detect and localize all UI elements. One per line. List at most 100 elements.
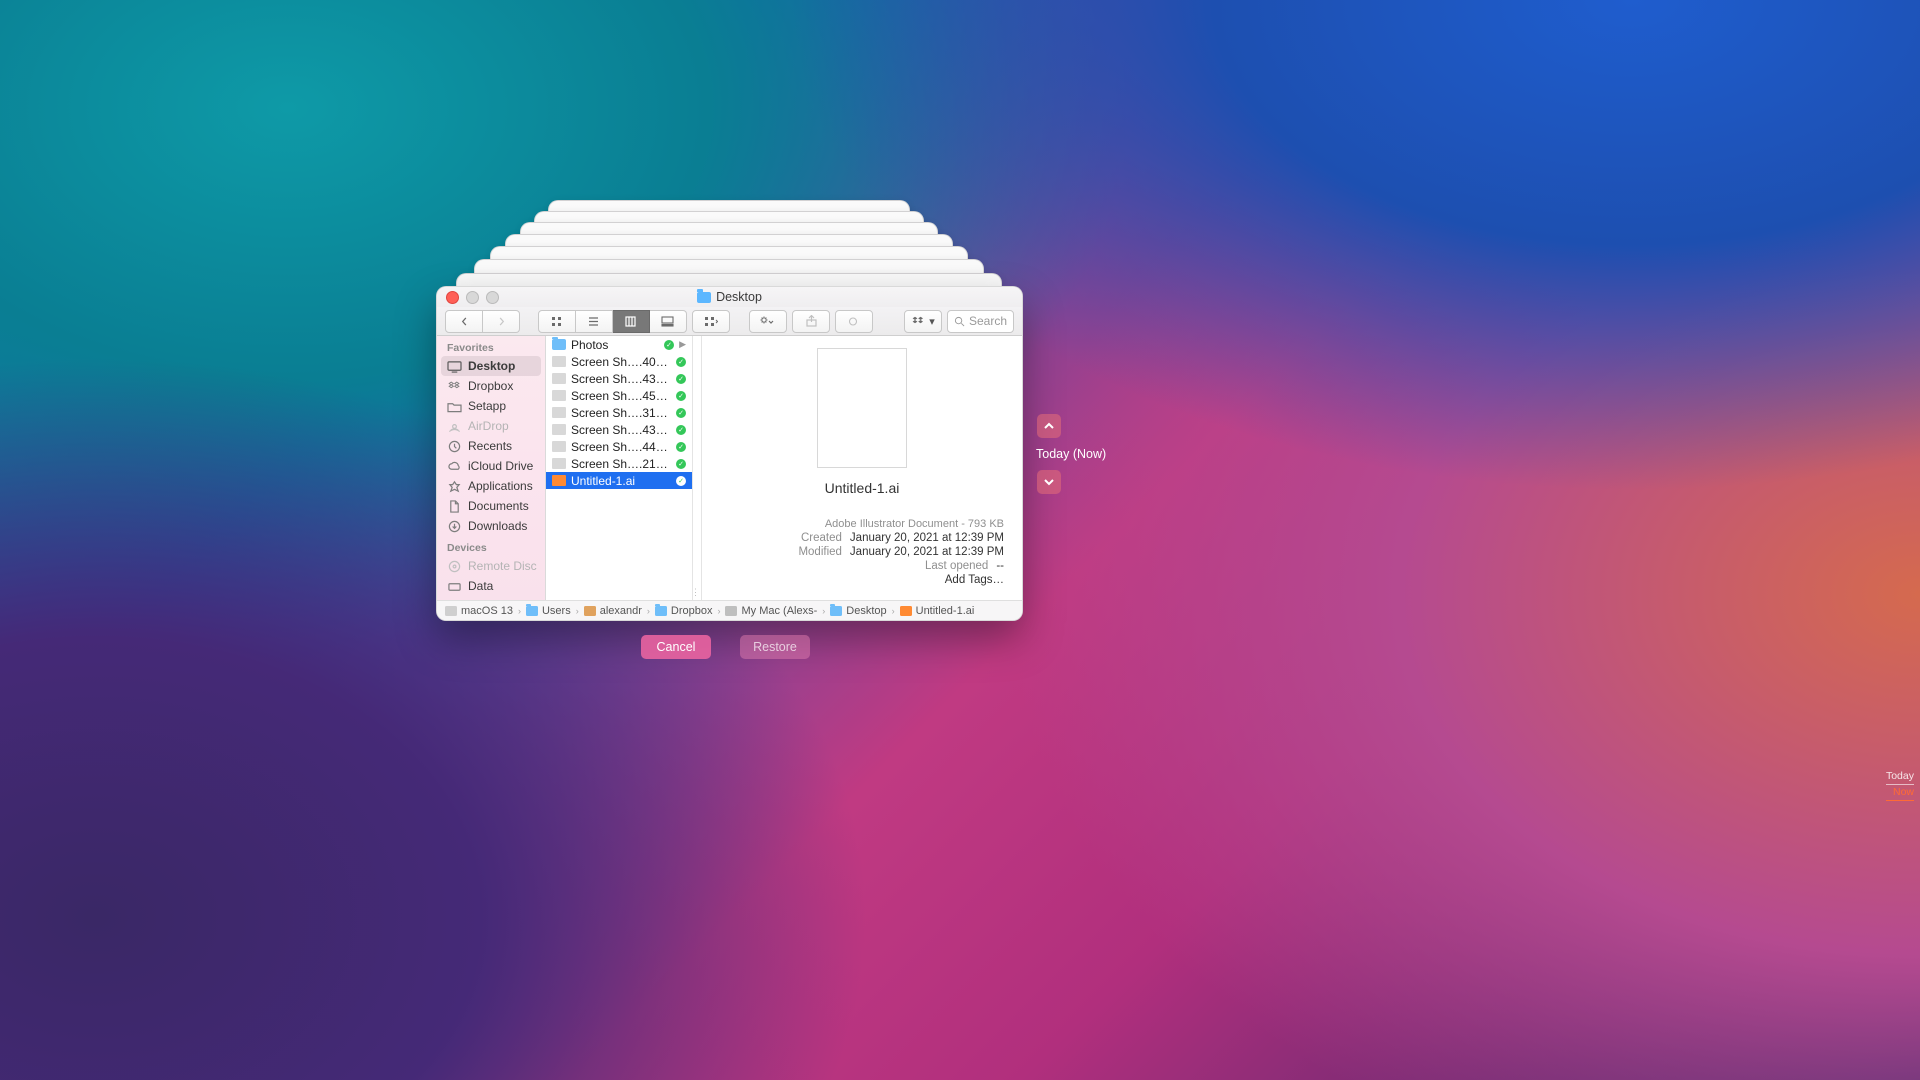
nav-buttons (445, 310, 520, 333)
cancel-button[interactable]: Cancel (641, 635, 711, 659)
file-row[interactable]: Screen Sh….43.54 PM ✓ (546, 370, 692, 387)
folder-icon (552, 339, 566, 350)
img-icon (552, 407, 566, 418)
file-row[interactable]: Photos ✓ ▶ (546, 336, 692, 353)
column-resize-handle[interactable] (693, 336, 702, 600)
sidebar-item-downloads[interactable]: Downloads (437, 516, 545, 536)
back-button[interactable] (445, 310, 483, 333)
sync-badge-icon: ✓ (676, 408, 686, 418)
chevron-up-icon (1043, 420, 1055, 432)
action-menu-button[interactable] (749, 310, 787, 333)
view-list-button[interactable] (576, 310, 613, 333)
search-field[interactable]: Search (947, 310, 1014, 333)
forward-button[interactable] (483, 310, 520, 333)
sync-badge-icon: ✓ (676, 476, 686, 486)
document-icon (447, 500, 462, 513)
file-column: Photos✓▶Screen Sh….40.05 PM✓Screen Sh….4… (546, 336, 693, 600)
sidebar-label: Downloads (468, 519, 527, 533)
chevron-right-icon: › (647, 606, 650, 616)
sync-badge-icon: ✓ (664, 340, 674, 350)
airdrop-icon (447, 420, 462, 433)
file-row[interactable]: Screen Sh….40.05 PM✓ (546, 353, 692, 370)
chevron-right-icon: ▶ (679, 339, 686, 350)
sync-badge-icon: ✓ (676, 391, 686, 401)
path-label: My Mac (Alexs- (741, 605, 817, 617)
share-button[interactable] (792, 310, 830, 333)
path-label: Desktop (846, 605, 886, 617)
disc-icon (447, 560, 462, 573)
preview-kind: Adobe Illustrator Document - 793 KB (825, 518, 1004, 530)
chevron-right-icon: › (518, 606, 521, 616)
group-by-button-seg (692, 310, 730, 333)
path-segment[interactable]: Desktop (830, 605, 886, 617)
sidebar-item-remotedisc[interactable]: Remote Disc (437, 556, 545, 576)
fold-icon (830, 606, 842, 616)
view-columns-button[interactable] (613, 310, 650, 333)
view-gallery-button[interactable] (650, 310, 687, 333)
view-mode-buttons (538, 310, 687, 333)
sidebar-item-icloud[interactable]: iCloud Drive (437, 456, 545, 476)
window-titlebar[interactable]: Desktop (437, 287, 1022, 307)
timeline-up-button[interactable] (1037, 414, 1061, 438)
path-segment[interactable]: macOS 13 (445, 605, 513, 617)
lastopened-value: -- (996, 560, 1004, 572)
sidebar-item-recents[interactable]: Recents (437, 436, 545, 456)
view-icons-button[interactable] (538, 310, 576, 333)
sidebar-label: Recents (468, 439, 512, 453)
file-name: Photos (571, 338, 659, 352)
file-row[interactable]: Untitled-1.ai ✓ (546, 472, 692, 489)
lastopened-label: Last opened (916, 560, 988, 572)
path-segment[interactable]: Untitled-1.ai (900, 605, 975, 617)
sidebar-item-desktop[interactable]: Desktop (441, 356, 541, 376)
file-row[interactable]: Screen Sh….31.08 PM✓ (546, 404, 692, 421)
img-icon (552, 356, 566, 367)
file-row[interactable]: Screen Sh….43.42 PM✓ (546, 421, 692, 438)
sync-badge-icon: ✓ (676, 442, 686, 452)
dropbox-button[interactable]: ▾ (904, 310, 942, 333)
file-name: Screen Sh….43.54 PM (571, 372, 671, 386)
sidebar-item-dropbox[interactable]: Dropbox (437, 376, 545, 396)
file-name: Screen Sh….40.05 PM (571, 355, 671, 369)
path-segment[interactable]: My Mac (Alexs- (725, 605, 817, 617)
path-segment[interactable]: Users (526, 605, 571, 617)
file-name: Screen Sh….21.46 PM (571, 457, 671, 471)
chevron-right-icon: › (822, 606, 825, 616)
tags-button[interactable] (835, 310, 873, 333)
search-icon (954, 316, 965, 327)
toolbar: ▾ Search (437, 307, 1022, 336)
restore-button[interactable]: Restore (740, 635, 810, 659)
created-value: January 20, 2021 at 12:39 PM (850, 532, 1004, 544)
sidebar-item-setapp[interactable]: Setapp (437, 396, 545, 416)
file-row[interactable]: Screen Sh….21.46 PM ✓ (546, 455, 692, 472)
desktop-icon (447, 360, 462, 373)
timeline-down-button[interactable] (1037, 470, 1061, 494)
path-segment[interactable]: Dropbox (655, 605, 713, 617)
file-row[interactable]: Screen Sh….44.13 PM✓ (546, 438, 692, 455)
sync-badge-icon: ✓ (676, 459, 686, 469)
created-label: Created (770, 532, 842, 544)
sidebar-item-airdrop[interactable]: AirDrop (437, 416, 545, 436)
chevron-down-icon (1043, 476, 1055, 488)
path-segment[interactable]: alexandr (584, 605, 642, 617)
sidebar-item-applications[interactable]: Applications (437, 476, 545, 496)
img-icon (552, 441, 566, 452)
mac-icon (725, 606, 737, 616)
sidebar-label: Remote Disc (468, 559, 537, 573)
group-by-button[interactable] (692, 310, 730, 333)
sidebar-label: AirDrop (468, 419, 509, 433)
file-name: Untitled-1.ai (571, 474, 671, 488)
sidebar-item-data[interactable]: Data (437, 576, 545, 596)
sidebar-label: Desktop (468, 359, 515, 373)
modified-label: Modified (770, 546, 842, 558)
timeline-scale[interactable]: Today Now (1846, 770, 1914, 806)
sync-badge-icon: ✓ (676, 425, 686, 435)
path-label: alexandr (600, 605, 642, 617)
window-title: Desktop (437, 290, 1022, 304)
path-bar: macOS 13›Users›alexandr›Dropbox›My Mac (… (437, 600, 1022, 620)
sync-badge-icon: ✓ (676, 374, 686, 384)
file-row[interactable]: Screen Sh….45.59 PM✓ (546, 387, 692, 404)
sidebar-item-documents[interactable]: Documents (437, 496, 545, 516)
timeline-current-label: Today (Now) (1036, 447, 1106, 461)
add-tags-link[interactable]: Add Tags… (945, 574, 1004, 586)
sidebar-label: Dropbox (468, 379, 513, 393)
